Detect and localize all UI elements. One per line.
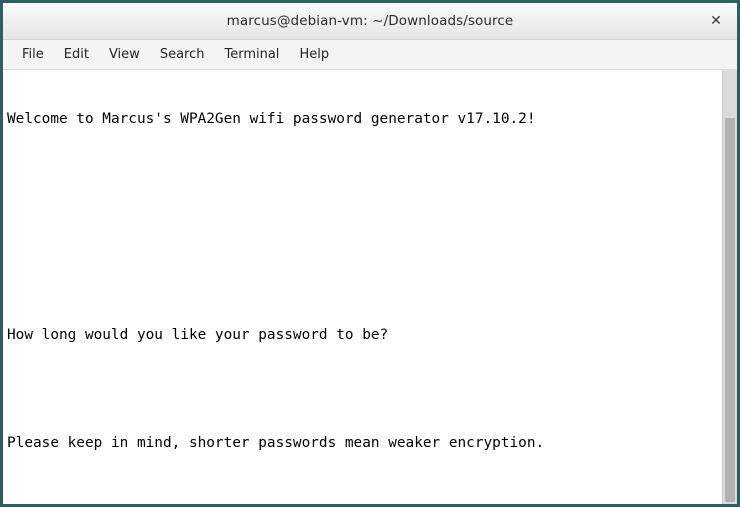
menu-item-edit[interactable]: Edit xyxy=(54,44,99,66)
menu-item-help[interactable]: Help xyxy=(289,44,339,66)
close-icon[interactable]: ✕ xyxy=(707,12,725,30)
menu-item-view[interactable]: View xyxy=(99,44,150,66)
vertical-scrollbar[interactable] xyxy=(722,70,737,504)
title-bar: marcus@debian-vm: ~/Downloads/source ✕ xyxy=(3,3,737,40)
terminal-line-note-shorter: Please keep in mind, shorter passwords m… xyxy=(7,435,545,451)
scrollbar-thumb[interactable] xyxy=(725,118,735,502)
terminal-line-question-length: How long would you like your password to… xyxy=(7,327,389,343)
terminal-window: marcus@debian-vm: ~/Downloads/source ✕ F… xyxy=(0,0,740,507)
terminal-line-welcome: Welcome to Marcus's WPA2Gen wifi passwor… xyxy=(7,111,536,127)
window-title: marcus@debian-vm: ~/Downloads/source xyxy=(226,13,514,29)
terminal-output[interactable]: Welcome to Marcus's WPA2Gen wifi passwor… xyxy=(3,70,722,504)
terminal-area: Welcome to Marcus's WPA2Gen wifi passwor… xyxy=(3,70,737,504)
menu-item-search[interactable]: Search xyxy=(150,44,215,66)
menu-item-file[interactable]: File xyxy=(12,44,54,66)
menu-bar: File Edit View Search Terminal Help xyxy=(3,40,737,70)
menu-item-terminal[interactable]: Terminal xyxy=(214,44,289,66)
